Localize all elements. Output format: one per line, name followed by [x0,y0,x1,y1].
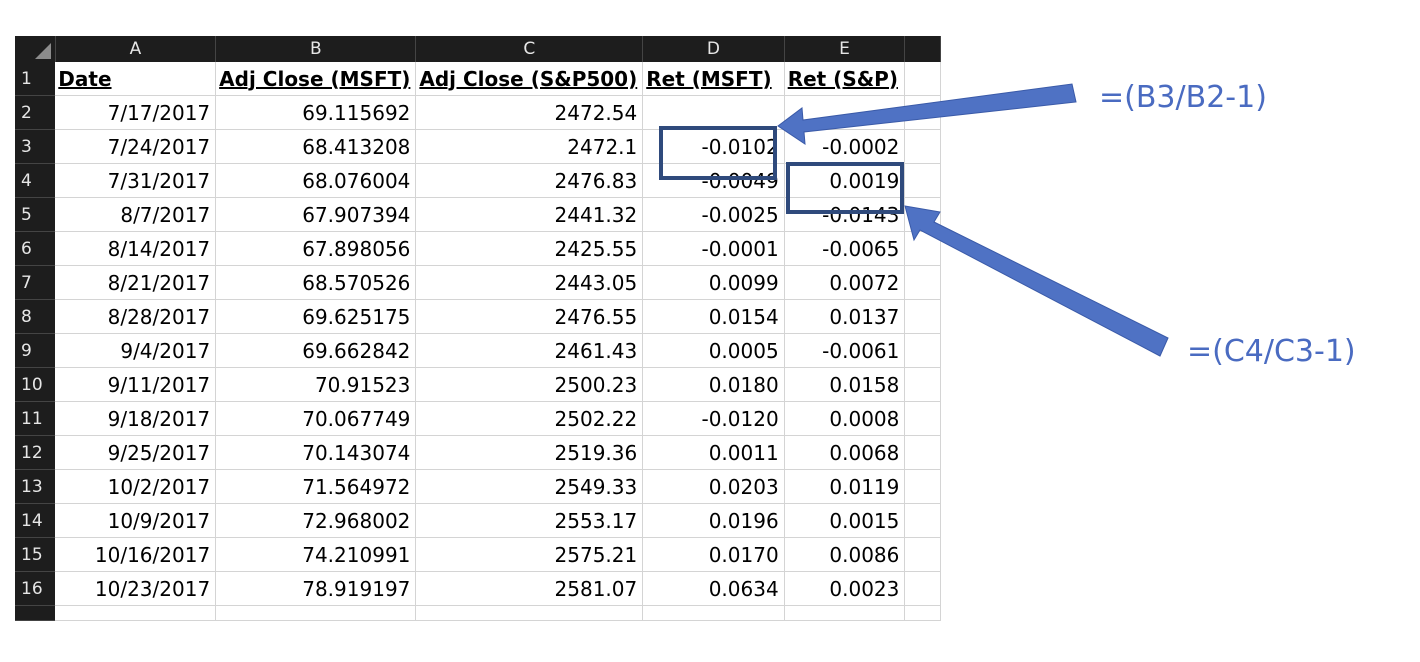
arrow-to-e4-icon [904,205,1169,357]
arrow-to-d3-icon [777,83,1077,145]
slide-canvas: A B C D E 1 Date Adj Close (MSFT) Adj Cl… [0,0,1420,662]
highlight-box-d3 [659,126,777,180]
highlight-box-e4 [786,162,904,214]
formula-label-msft-return: =(B3/B2-1) [1099,80,1267,115]
formula-label-sp-return: =(C4/C3-1) [1187,334,1356,369]
